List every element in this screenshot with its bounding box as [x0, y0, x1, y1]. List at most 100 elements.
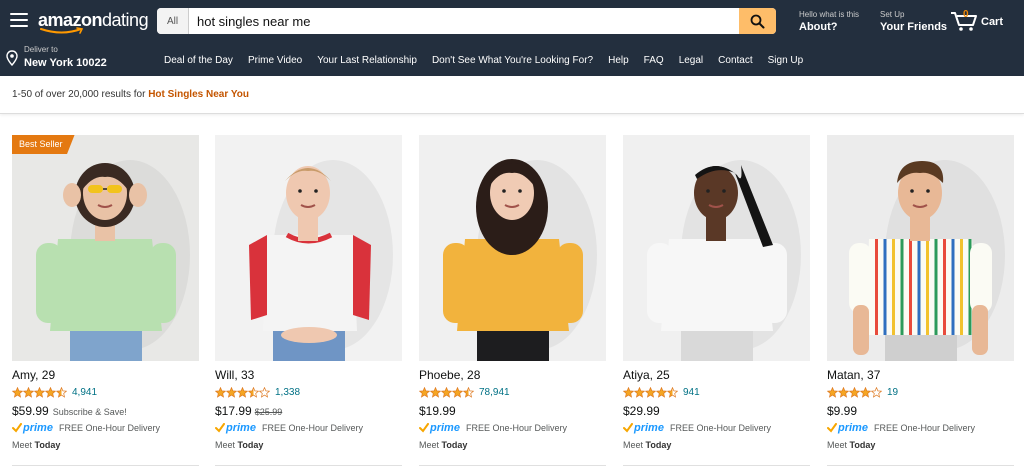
card-divider [623, 465, 810, 466]
star-rating [12, 386, 67, 398]
delivery-text: FREE One-Hour Delivery [261, 423, 363, 433]
meet-when: Today [237, 440, 264, 450]
delivery-text: FREE One-Hour Delivery [58, 423, 160, 433]
price-row: $17.99 $25.99 [215, 404, 282, 418]
product-price: $9.99 [827, 404, 858, 418]
star-icon [849, 386, 860, 398]
meet-when: Today [441, 440, 468, 450]
star-icon [623, 386, 634, 398]
product-card[interactable]: Phoebe, 28 78,941 $19.99 prime FREE One-… [419, 135, 606, 473]
deliver-location-text: New York 10022 [24, 57, 107, 69]
prime-row: prime FREE One-Hour Delivery [623, 422, 771, 434]
prime-check-icon [623, 423, 633, 433]
nav-link-legal[interactable]: Legal [679, 55, 703, 66]
star-icon [441, 386, 452, 398]
product-card[interactable]: Best Seller Amy, 29 4,941 $59.99 Subscri… [12, 135, 199, 473]
cart-button[interactable]: 0 Cart [950, 9, 1010, 34]
meet-label: Meet [12, 440, 33, 450]
card-divider [215, 465, 402, 466]
product-card[interactable]: Matan, 37 19 $9.99 prime FREE One-Hour D… [827, 135, 1014, 473]
prime-row: prime FREE One-Hour Delivery [827, 422, 975, 434]
results-bar: 1-50 of over 20,000 results for Hot Sing… [0, 76, 1024, 114]
price-row: $59.99 Subscribe & Save! [12, 404, 127, 418]
search-button[interactable] [739, 8, 776, 34]
prime-row: prime FREE One-Hour Delivery [419, 422, 567, 434]
nav-link-faq[interactable]: FAQ [644, 55, 664, 66]
about-big-text: About? [799, 21, 838, 33]
results-summary: 1-50 of over 20,000 results for Hot Sing… [12, 89, 249, 100]
review-count-link[interactable]: 941 [683, 387, 700, 398]
star-icon [827, 386, 838, 398]
product-price: $19.99 [419, 404, 456, 418]
setup-small-text: Set Up [880, 10, 905, 19]
prime-logo-text: prime [430, 422, 460, 434]
nav-link-dont-see[interactable]: Don't See What You're Looking For? [432, 55, 593, 66]
review-count-link[interactable]: 19 [887, 387, 898, 398]
prime-logo-text: prime [226, 422, 256, 434]
meet-row: Meet Today [215, 440, 263, 450]
price-row: $19.99 [419, 404, 456, 418]
product-card[interactable]: Will, 33 1,338 $17.99 $25.99 prime FREE … [215, 135, 402, 473]
search-category-dropdown[interactable]: All [157, 8, 189, 34]
prime-row: prime FREE One-Hour Delivery [215, 422, 363, 434]
meet-row: Meet Today [419, 440, 467, 450]
meet-label: Meet [827, 440, 848, 450]
search-category-label: All [166, 15, 179, 27]
product-rating: 78,941 [419, 385, 510, 399]
price-row: $9.99 [827, 404, 857, 418]
search-input[interactable] [189, 8, 739, 34]
prime-row: prime FREE One-Hour Delivery [12, 422, 160, 434]
about-link[interactable]: Hello what is this About? [799, 9, 859, 34]
logo-suffix: dating [102, 10, 149, 30]
logo-smile-icon [40, 27, 84, 34]
star-rating [419, 386, 474, 398]
product-photo-frame[interactable] [215, 135, 402, 361]
star-icon [634, 386, 645, 398]
nav-link-contact[interactable]: Contact [718, 55, 752, 66]
star-icon [463, 386, 474, 398]
star-icon [656, 386, 667, 398]
sub-navigation: Deliver to New York 10022 Deal of the Da… [0, 42, 1024, 76]
product-photo-frame[interactable] [827, 135, 1014, 361]
location-pin-icon [6, 50, 18, 66]
setup-friends-link[interactable]: Set Up Your Friends [880, 9, 947, 34]
product-price: $17.99 [215, 404, 252, 418]
product-card[interactable]: Atiya, 25 941 $29.99 prime FREE One-Hour… [623, 135, 810, 473]
review-count-link[interactable]: 1,338 [275, 387, 300, 398]
deliver-small-text: Deliver to [24, 45, 58, 54]
setup-big-text: Your Friends [880, 21, 948, 33]
star-icon [871, 386, 882, 398]
nav-link-help[interactable]: Help [608, 55, 629, 66]
nav-link-your-last-relationship[interactable]: Your Last Relationship [317, 55, 417, 66]
nav-link-sign-up[interactable]: Sign Up [768, 55, 804, 66]
product-name[interactable]: Atiya, 25 [623, 368, 670, 382]
product-rating: 1,338 [215, 385, 300, 399]
menu-hamburger-icon[interactable] [10, 13, 28, 27]
product-photo-frame[interactable]: Best Seller [12, 135, 199, 361]
star-icon [860, 386, 871, 398]
star-rating [827, 386, 882, 398]
meet-label: Meet [215, 440, 236, 450]
product-name[interactable]: Amy, 29 [12, 368, 55, 382]
card-divider [827, 465, 1014, 466]
card-divider [419, 465, 606, 466]
product-name[interactable]: Will, 33 [215, 368, 254, 382]
product-photo[interactable] [215, 135, 402, 361]
product-photo[interactable] [623, 135, 810, 361]
review-count-link[interactable]: 78,941 [479, 387, 510, 398]
product-photo[interactable] [827, 135, 1014, 361]
search-bar: All [157, 8, 776, 34]
review-count-link[interactable]: 4,941 [72, 387, 97, 398]
product-rating: 941 [623, 385, 700, 399]
subscribe-save-text: Subscribe & Save! [52, 407, 127, 417]
product-name[interactable]: Matan, 37 [827, 368, 880, 382]
nav-link-deal-of-the-day[interactable]: Deal of the Day [164, 55, 233, 66]
product-name[interactable]: Phoebe, 28 [419, 368, 480, 382]
product-photo[interactable] [12, 135, 199, 361]
product-photo[interactable] [419, 135, 606, 361]
header-bar: amazondating All Hello what is this Abou… [0, 0, 1024, 42]
star-icon [645, 386, 656, 398]
product-photo-frame[interactable] [419, 135, 606, 361]
product-photo-frame[interactable] [623, 135, 810, 361]
nav-link-prime-video[interactable]: Prime Video [248, 55, 302, 66]
